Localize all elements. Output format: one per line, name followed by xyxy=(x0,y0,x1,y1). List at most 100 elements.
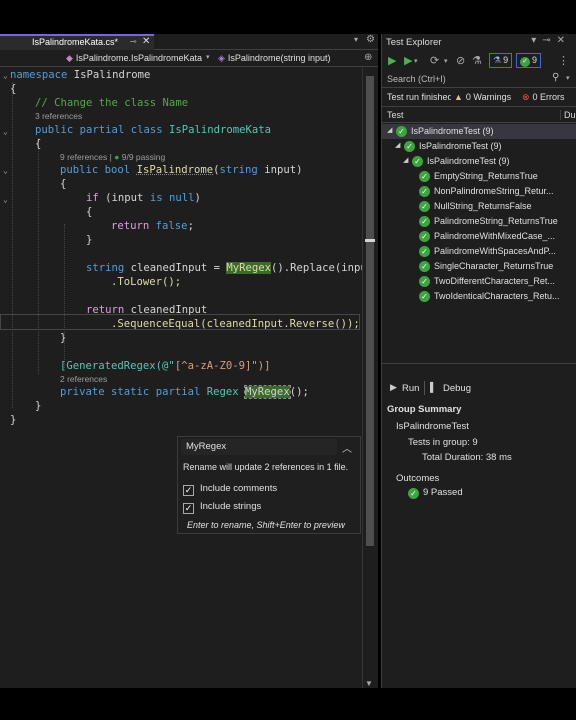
scroll-down-icon[interactable]: ▼ xyxy=(365,679,373,688)
test-explorer-panel: Test Explorer ▾⊸✕ ▶ ▶ ▾ ⟳ ▾ ⊘ ⚗ ⚗ 9 ✓ 9 ⋮ … xyxy=(381,34,576,688)
include-comments-checkbox[interactable]: ✓ Include comments xyxy=(183,483,277,496)
member-navigation-dropdown[interactable]: ◈ IsPalindrome(string input) xyxy=(218,53,360,64)
chevron-down-icon[interactable]: ▾ xyxy=(566,74,570,82)
test-run-status-bar: Test run finished ▲ 0 Warnings ⊗ 0 Errors xyxy=(382,89,576,107)
pin-icon[interactable]: ⊸ xyxy=(130,37,137,46)
type-navigation-dropdown[interactable]: ◆ IsPalindrome.IsPalindromeKata xyxy=(66,53,214,64)
run-debug-bar: ▶ Run ▌ Debug xyxy=(382,381,576,397)
tree-item-project[interactable]: ◢ ✓ IsPalindromeTest (9) xyxy=(382,124,576,139)
code-line: [GeneratedRegex(@"[^a-zA-Z0-9]")] xyxy=(60,360,271,372)
tree-item-test[interactable]: ✓ EmptyString_ReturnsTrue xyxy=(382,169,576,184)
editor-vertical-scrollbar[interactable]: ▼ xyxy=(362,68,376,688)
passed-check-icon: ✓ xyxy=(404,141,415,152)
flask-icon: ⚗ xyxy=(493,55,502,65)
editor-tab-bar: IsPalindromeKata.cs* ⊸ ✕ ▾ ⚙ xyxy=(0,34,378,50)
passed-tests-filter[interactable]: ✓ 9 xyxy=(516,53,542,68)
fold-icon[interactable]: ⌄ xyxy=(3,166,8,175)
code-line: { xyxy=(86,206,93,218)
tree-item-class[interactable]: ◢ ✓ IsPalindromeTest (9) xyxy=(382,154,576,169)
code-line: private static partial Regex MyRegex(); xyxy=(60,385,309,399)
include-strings-checkbox[interactable]: ✓ Include strings xyxy=(183,501,261,514)
codelens-class-references[interactable]: 3 references xyxy=(35,111,82,121)
rename-input[interactable]: MyRegex xyxy=(181,439,337,455)
panel-title: Test Explorer xyxy=(386,37,442,48)
expand-arrow-icon[interactable]: ◢ xyxy=(395,141,400,149)
test-search-input[interactable]: Search (Ctrl+I) ⚲ ▾ xyxy=(382,72,576,88)
scrollbar-thumb[interactable] xyxy=(366,76,374,546)
member-navigation-label: IsPalindrome(string input) xyxy=(227,53,331,63)
debug-icon[interactable]: ▌ xyxy=(430,382,436,392)
panel-splitter[interactable] xyxy=(382,363,576,367)
rename-target: MyRegex xyxy=(244,385,291,399)
codelens-method[interactable]: 9 references | ● 9/9 passing xyxy=(60,152,165,162)
code-line: } xyxy=(86,234,93,246)
collapse-icon[interactable]: ︿ xyxy=(342,440,352,455)
code-line: { xyxy=(35,138,42,150)
passed-check-icon: ✓ xyxy=(419,201,430,212)
tree-item-test[interactable]: ✓ NullString_ReturnsFalse xyxy=(382,199,576,214)
code-line: string cleanedInput = MyRegex().Replace(… xyxy=(86,262,374,274)
code-line: return cleanedInput xyxy=(86,304,208,316)
chevron-down-icon[interactable]: ▾ xyxy=(414,57,418,65)
passed-check-icon: ✓ xyxy=(412,156,423,167)
tree-item-test[interactable]: ✓ PalindromeWithSpacesAndP... xyxy=(382,244,576,259)
run-button[interactable]: Run xyxy=(402,383,419,394)
total-tests-filter[interactable]: ⚗ 9 xyxy=(489,53,513,68)
tab-list-dropdown-icon[interactable]: ▾ xyxy=(354,35,358,44)
passed-check-icon: ✓ xyxy=(419,246,430,257)
passed-check-icon: ✓ xyxy=(419,231,430,242)
tree-item-namespace[interactable]: ◢ ✓ IsPalindromeTest (9) xyxy=(382,139,576,154)
checkbox-checked-icon[interactable]: ✓ xyxy=(183,485,194,496)
expand-arrow-icon[interactable]: ◢ xyxy=(387,126,392,134)
playlist-icon[interactable]: ⚗ xyxy=(472,54,482,67)
cancel-icon[interactable]: ⊘ xyxy=(456,54,465,67)
tree-item-test[interactable]: ✓ TwoIdenticalCharacters_Retu... xyxy=(382,289,576,304)
fold-icon[interactable]: ⌄ xyxy=(3,127,8,136)
summary-total-duration: Total Duration: 38 ms xyxy=(422,452,512,463)
code-line: namespace IsPalindrome xyxy=(10,69,151,81)
rerun-icon[interactable]: ⟳ xyxy=(430,54,439,67)
test-explorer-title-bar: Test Explorer ▾⊸✕ xyxy=(382,34,576,51)
more-icon[interactable]: ⋮ xyxy=(558,54,569,67)
summary-passed[interactable]: ✓ 9 Passed xyxy=(408,487,463,499)
gear-icon[interactable]: ⚙ xyxy=(366,34,375,45)
fold-icon[interactable]: ⌄ xyxy=(3,71,8,80)
navigation-bar: ◆ IsPalindrome.IsPalindromeKata ▾ ◈ IsPali… xyxy=(0,51,378,67)
editor-tab-title: IsPalindromeKata.cs* xyxy=(32,37,119,47)
editor-tab[interactable]: IsPalindromeKata.cs* ⊸ ✕ xyxy=(0,34,154,50)
run-icon[interactable]: ▶ xyxy=(404,54,412,67)
code-line: } xyxy=(60,332,67,344)
code-area[interactable]: ⌄ namespace IsPalindrome { // Change the… xyxy=(0,68,373,688)
separator xyxy=(424,381,425,395)
close-icon[interactable]: ✕ xyxy=(142,36,150,47)
passed-check-icon: ✓ xyxy=(419,291,430,302)
error-icon: ⊗ xyxy=(522,92,530,102)
tree-item-test[interactable]: ✓ NonPalindromeString_Retur... xyxy=(382,184,576,199)
chevron-down-icon[interactable]: ▾ xyxy=(206,53,210,61)
method-icon: ◈ xyxy=(218,53,225,63)
errors-count[interactable]: ⊗ 0 Errors xyxy=(522,92,565,103)
tree-item-test[interactable]: ✓ TwoDifferentCharacters_Ret... xyxy=(382,274,576,289)
expand-arrow-icon[interactable]: ◢ xyxy=(403,156,408,164)
split-editor-icon[interactable]: ⊕ xyxy=(364,52,372,63)
tree-item-test[interactable]: ✓ PalindromeString_ReturnsTrue xyxy=(382,214,576,229)
codelens-regex-references[interactable]: 2 references xyxy=(60,374,107,384)
class-icon: ◆ xyxy=(66,53,73,63)
checkbox-checked-icon[interactable]: ✓ xyxy=(183,503,194,514)
warnings-count[interactable]: ▲ 0 Warnings xyxy=(454,92,511,102)
column-header-test[interactable]: Test xyxy=(387,110,404,120)
tree-item-test[interactable]: ✓ PalindromeWithMixedCase_... xyxy=(382,229,576,244)
chevron-down-icon[interactable]: ▾ xyxy=(444,57,448,65)
debug-button[interactable]: Debug xyxy=(443,383,471,394)
tree-item-test[interactable]: ✓ SingleCharacter_ReturnsTrue xyxy=(382,259,576,274)
column-header-duration[interactable]: Du xyxy=(560,110,576,120)
fold-icon[interactable]: ⌄ xyxy=(3,195,8,204)
run-all-icon[interactable]: ▶ xyxy=(388,54,396,67)
search-icon[interactable]: ⚲ xyxy=(552,72,559,83)
code-line: return false; xyxy=(111,220,194,232)
warning-icon: ▲ xyxy=(454,92,463,102)
run-icon[interactable]: ▶ xyxy=(390,382,397,393)
scrollbar-caret-marker xyxy=(365,239,375,242)
window-controls[interactable]: ▾⊸✕ xyxy=(531,35,571,46)
code-line: .ToLower(); xyxy=(111,276,182,288)
